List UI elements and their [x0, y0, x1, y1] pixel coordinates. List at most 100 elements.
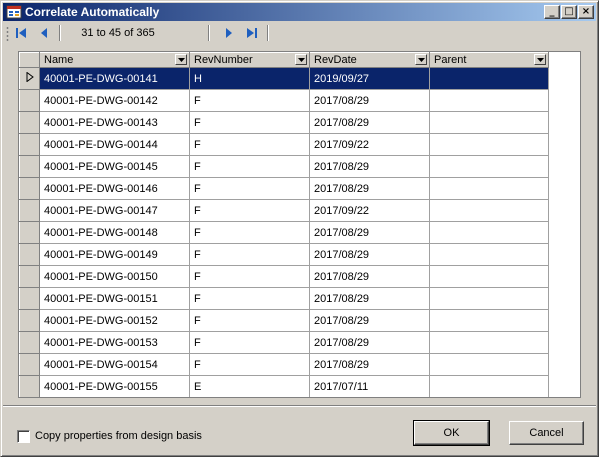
minimize-button[interactable]: _	[544, 5, 560, 19]
cell-revdate[interactable]: 2017/08/29	[309, 309, 430, 332]
cell-revdate[interactable]: 2017/08/29	[309, 265, 430, 288]
cell-revnumber[interactable]: F	[189, 133, 310, 156]
table-row[interactable]: 40001-PE-DWG-00142 F 2017/08/29	[19, 89, 549, 112]
next-record-button[interactable]	[219, 24, 239, 42]
row-header[interactable]	[19, 111, 40, 134]
cell-revnumber[interactable]: F	[189, 309, 310, 332]
cell-parent[interactable]	[429, 177, 549, 200]
table-row[interactable]: 40001-PE-DWG-00147 F 2017/09/22	[19, 199, 549, 222]
cell-name[interactable]: 40001-PE-DWG-00149	[39, 243, 190, 266]
cell-revdate[interactable]: 2017/07/11	[309, 375, 430, 397]
cell-name[interactable]: 40001-PE-DWG-00142	[39, 89, 190, 112]
cell-name[interactable]: 40001-PE-DWG-00143	[39, 111, 190, 134]
cell-parent[interactable]	[429, 133, 549, 156]
table-row[interactable]: 40001-PE-DWG-00146 F 2017/08/29	[19, 177, 549, 200]
cell-revdate[interactable]: 2017/08/29	[309, 353, 430, 376]
column-header-name[interactable]: Name	[39, 52, 190, 68]
filter-dropdown-button[interactable]	[295, 54, 307, 65]
cell-parent[interactable]	[429, 89, 549, 112]
cell-revdate[interactable]: 2019/09/27	[309, 67, 430, 90]
maximize-button[interactable]: □	[561, 5, 577, 19]
close-button[interactable]: ×	[578, 5, 594, 19]
cell-parent[interactable]	[429, 375, 549, 397]
column-header-revdate[interactable]: RevDate	[309, 52, 430, 68]
cell-parent[interactable]	[429, 287, 549, 310]
cell-revnumber[interactable]: F	[189, 155, 310, 178]
cell-parent[interactable]	[429, 221, 549, 244]
table-row[interactable]: 40001-PE-DWG-00151 F 2017/08/29	[19, 287, 549, 310]
previous-record-button[interactable]	[34, 24, 54, 42]
cell-revnumber[interactable]: F	[189, 111, 310, 134]
row-header[interactable]	[19, 155, 40, 178]
cell-revnumber[interactable]: F	[189, 89, 310, 112]
cell-revdate[interactable]: 2017/08/29	[309, 331, 430, 354]
cell-revdate[interactable]: 2017/08/29	[309, 177, 430, 200]
row-header[interactable]	[19, 89, 40, 112]
table-row[interactable]: 40001-PE-DWG-00150 F 2017/08/29	[19, 265, 549, 288]
cell-parent[interactable]	[429, 67, 549, 90]
table-row[interactable]: 40001-PE-DWG-00141 H 2019/09/27	[19, 67, 549, 90]
table-row[interactable]: 40001-PE-DWG-00153 F 2017/08/29	[19, 331, 549, 354]
cell-revnumber[interactable]: F	[189, 353, 310, 376]
cell-name[interactable]: 40001-PE-DWG-00147	[39, 199, 190, 222]
cell-parent[interactable]	[429, 265, 549, 288]
cell-name[interactable]: 40001-PE-DWG-00148	[39, 221, 190, 244]
cell-name[interactable]: 40001-PE-DWG-00153	[39, 331, 190, 354]
cell-name[interactable]: 40001-PE-DWG-00144	[39, 133, 190, 156]
cell-name[interactable]: 40001-PE-DWG-00151	[39, 287, 190, 310]
cell-revnumber[interactable]: F	[189, 265, 310, 288]
correlation-grid[interactable]: Name RevNumber RevDate Parent 40001-PE-D…	[18, 51, 581, 398]
cell-name[interactable]: 40001-PE-DWG-00146	[39, 177, 190, 200]
cell-parent[interactable]	[429, 309, 549, 332]
filter-dropdown-button[interactable]	[415, 54, 427, 65]
row-header[interactable]	[19, 287, 40, 310]
cell-revnumber[interactable]: F	[189, 331, 310, 354]
cell-name[interactable]: 40001-PE-DWG-00145	[39, 155, 190, 178]
row-header[interactable]	[19, 309, 40, 332]
cell-name[interactable]: 40001-PE-DWG-00155	[39, 375, 190, 397]
cell-name[interactable]: 40001-PE-DWG-00154	[39, 353, 190, 376]
cell-parent[interactable]	[429, 199, 549, 222]
cell-revdate[interactable]: 2017/08/29	[309, 111, 430, 134]
table-row[interactable]: 40001-PE-DWG-00152 F 2017/08/29	[19, 309, 549, 332]
cell-revdate[interactable]: 2017/08/29	[309, 243, 430, 266]
cell-revnumber[interactable]: E	[189, 375, 310, 397]
cell-parent[interactable]	[429, 243, 549, 266]
column-header-revnumber[interactable]: RevNumber	[189, 52, 310, 68]
ok-button[interactable]: OK	[413, 420, 490, 446]
table-row[interactable]: 40001-PE-DWG-00154 F 2017/08/29	[19, 353, 549, 376]
cancel-button[interactable]: Cancel	[509, 421, 584, 445]
copy-properties-checkbox[interactable]	[17, 429, 30, 443]
cell-revdate[interactable]: 2017/09/22	[309, 133, 430, 156]
title-bar[interactable]: Correlate Automatically _ □ ×	[3, 3, 596, 21]
cell-revnumber[interactable]: F	[189, 177, 310, 200]
table-row[interactable]: 40001-PE-DWG-00148 F 2017/08/29	[19, 221, 549, 244]
toolbar-grip[interactable]	[6, 26, 9, 41]
table-row[interactable]: 40001-PE-DWG-00143 F 2017/08/29	[19, 111, 549, 134]
copy-properties-option[interactable]: Copy properties from design basis	[17, 429, 202, 443]
row-header[interactable]	[19, 331, 40, 354]
cell-revdate[interactable]: 2017/08/29	[309, 155, 430, 178]
column-header-parent[interactable]: Parent	[429, 52, 549, 68]
row-header[interactable]	[19, 177, 40, 200]
table-row[interactable]: 40001-PE-DWG-00149 F 2017/08/29	[19, 243, 549, 266]
cell-revnumber[interactable]: F	[189, 199, 310, 222]
cell-parent[interactable]	[429, 353, 549, 376]
cell-revdate[interactable]: 2017/08/29	[309, 89, 430, 112]
cell-name[interactable]: 40001-PE-DWG-00141	[39, 67, 190, 90]
filter-dropdown-button[interactable]	[175, 54, 187, 65]
row-header[interactable]	[19, 133, 40, 156]
row-header[interactable]	[19, 67, 40, 90]
cell-revnumber[interactable]: F	[189, 243, 310, 266]
row-header[interactable]	[19, 221, 40, 244]
row-header[interactable]	[19, 265, 40, 288]
cell-revnumber[interactable]: F	[189, 287, 310, 310]
table-row[interactable]: 40001-PE-DWG-00155 E 2017/07/11	[19, 375, 549, 397]
row-header[interactable]	[19, 353, 40, 376]
corner-header[interactable]	[19, 52, 40, 68]
row-header[interactable]	[19, 243, 40, 266]
row-header[interactable]	[19, 375, 40, 397]
cell-parent[interactable]	[429, 331, 549, 354]
cell-revnumber[interactable]: F	[189, 221, 310, 244]
cell-revnumber[interactable]: H	[189, 67, 310, 90]
